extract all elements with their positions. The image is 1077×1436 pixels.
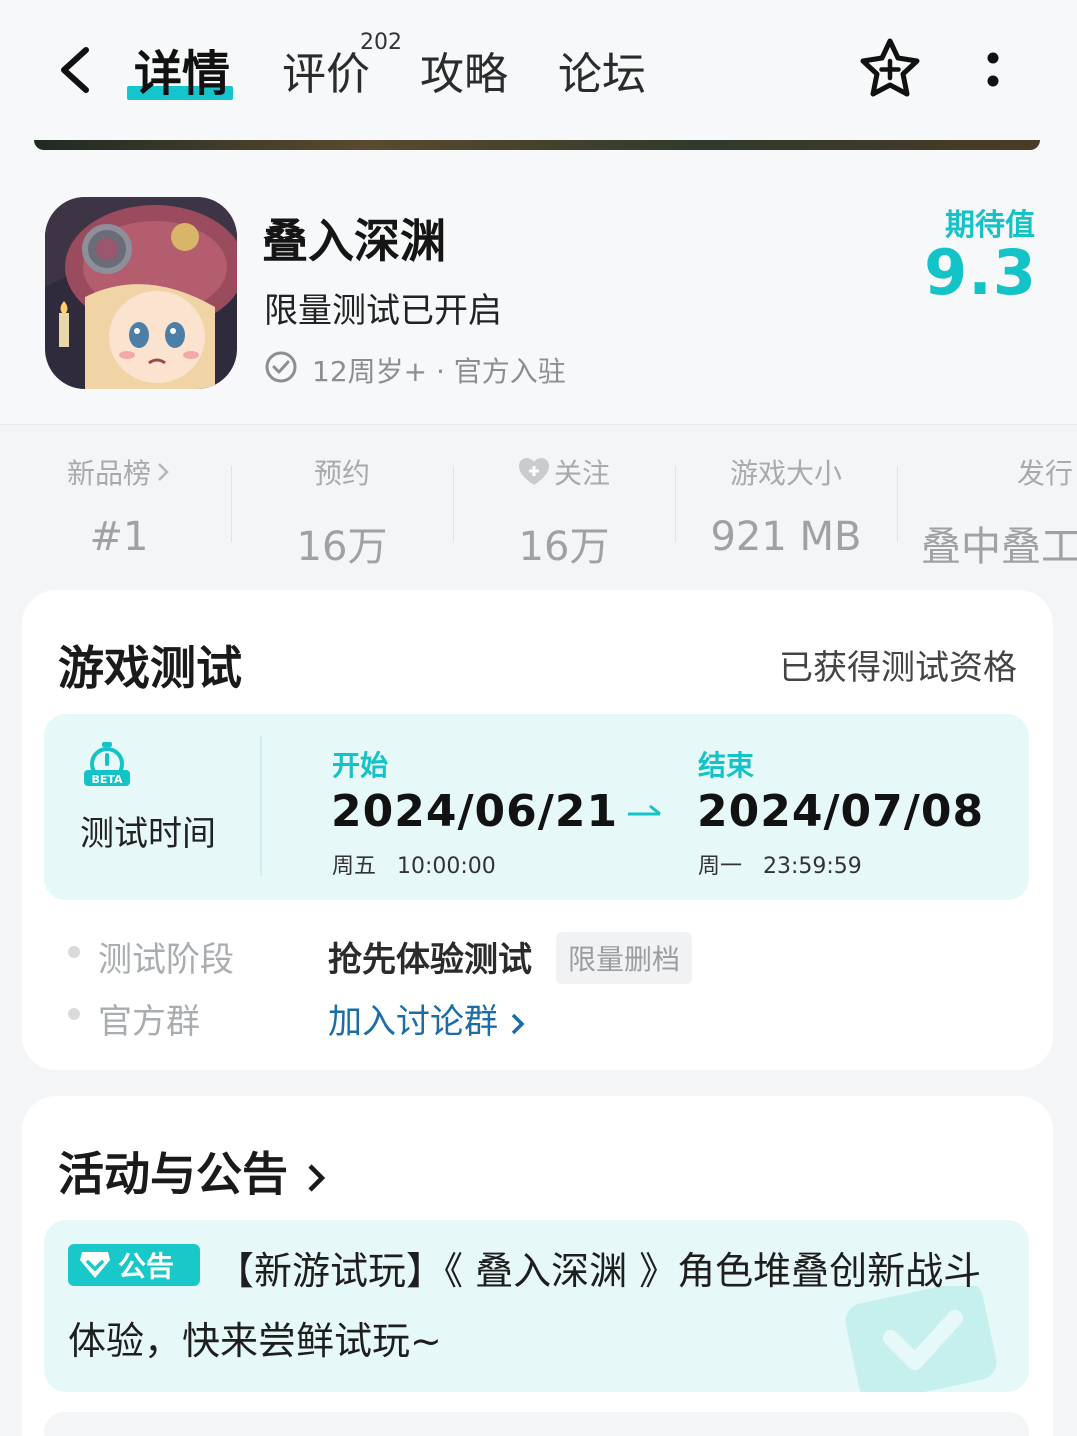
section-title: 游戏测试 <box>58 641 242 695</box>
divider <box>260 736 262 876</box>
chevron-right-icon <box>511 1013 525 1034</box>
stat-value: 921 MB <box>710 514 862 560</box>
stat-label: 新品榜 <box>66 457 151 490</box>
more-options-icon[interactable] <box>982 50 1004 90</box>
heart-plus-icon <box>518 458 549 485</box>
app-subtitle: 限量测试已开启 <box>264 291 502 331</box>
announcement-text: 【新游试玩】《 叠入深渊 》角色堆叠创新战斗体验，快来尝鲜试玩~ <box>68 1249 982 1363</box>
app-meta-info[interactable]: 12周岁+ · 官方入驻 <box>312 350 566 390</box>
bullet <box>68 1008 80 1020</box>
stat-value: 16万 <box>518 524 610 570</box>
end-date: 2024/07/08 <box>697 786 985 837</box>
beta-timer-icon: BETA <box>84 742 130 786</box>
join-group-link[interactable]: 加入讨论群 <box>328 994 527 1043</box>
end-label: 结束 <box>698 749 755 782</box>
official-group-label: 官方群 <box>98 1002 200 1042</box>
section-title: 活动与公告 <box>58 1147 288 1201</box>
stat-label: 关注 <box>553 457 610 490</box>
star-add-icon[interactable] <box>857 36 923 102</box>
start-time: 周五 10:00:00 <box>332 854 496 879</box>
chevron-right-icon <box>308 1163 326 1192</box>
stats-row: 新品榜 #1 预约 16万 关注 16万 游戏大小 921 MB 发行 叠中叠工 <box>0 426 1077 576</box>
chevron-right-icon <box>158 463 169 481</box>
test-time-panel: BETA 测试时间 开始 2024/06/21 周五 10:00:00 结束 2… <box>44 714 1029 900</box>
top-nav: 详情 评价 202 攻略 论坛 <box>0 0 1077 150</box>
stat-label: 游戏大小 <box>729 457 842 490</box>
stat-value: 叠中叠工 <box>921 524 1077 570</box>
stat-game-size: 游戏大小 921 MB <box>675 452 897 560</box>
qualification-status: 已获得测试资格 <box>779 648 1017 688</box>
tab-reviews[interactable]: 评价 <box>282 38 370 102</box>
tab-forum[interactable]: 论坛 <box>558 38 646 102</box>
expectation-score: 9.3 <box>924 236 1037 309</box>
stat-value: #1 <box>89 514 149 560</box>
start-label: 开始 <box>332 749 389 782</box>
activity-card: 活动与公告 公告 【新游试玩】《 叠入深渊 》角色堆叠创新战斗体验，快来尝鲜试玩… <box>22 1096 1053 1436</box>
stat-value: 16万 <box>296 524 388 570</box>
game-test-card: 游戏测试 已获得测试资格 BETA 测试时间 开始 2024/06/21 周五 … <box>22 590 1053 1070</box>
test-time-label: 测试时间 <box>80 814 216 854</box>
test-stage-value: 抢先体验测试 <box>328 940 532 980</box>
start-date: 2024/06/21 <box>331 786 619 837</box>
tab-guide[interactable]: 攻略 <box>420 38 508 102</box>
stage-tag: 限量删档 <box>556 932 693 984</box>
app-header: 叠入深渊 限量测试已开启 12周岁+ · 官方入驻 期待值 9.3 <box>0 150 1077 425</box>
stat-followers[interactable]: 关注 16万 <box>453 452 675 572</box>
banner-image-edge <box>34 140 1040 150</box>
svg-text:BETA: BETA <box>91 773 123 786</box>
review-count-badge: 202 <box>360 30 402 55</box>
app-icon[interactable] <box>45 197 237 389</box>
tab-details[interactable]: 详情 <box>134 34 230 104</box>
end-time: 周一 23:59:59 <box>698 854 862 879</box>
arrow-right-icon <box>628 804 661 816</box>
stat-label: 发行 <box>1017 457 1074 490</box>
join-group-label: 加入讨论群 <box>328 1002 498 1042</box>
stat-reservations: 预约 16万 <box>231 452 453 572</box>
verified-check-icon <box>265 351 297 383</box>
announcement-item[interactable]: 公告 【新游试玩】《 叠入深渊 》角色堆叠创新战斗体验，快来尝鲜试玩~ <box>44 1220 1029 1392</box>
back-icon[interactable] <box>52 40 102 100</box>
bullet <box>68 946 80 958</box>
test-stage-label: 测试阶段 <box>98 940 234 980</box>
next-list-item <box>44 1412 1029 1436</box>
stat-publisher[interactable]: 发行 叠中叠工 <box>897 452 1077 572</box>
app-title: 叠入深渊 <box>262 214 446 268</box>
stat-label: 预约 <box>313 457 370 490</box>
activity-section-header[interactable]: 活动与公告 <box>58 1138 330 1204</box>
stat-new-rank[interactable]: 新品榜 #1 <box>8 452 230 560</box>
